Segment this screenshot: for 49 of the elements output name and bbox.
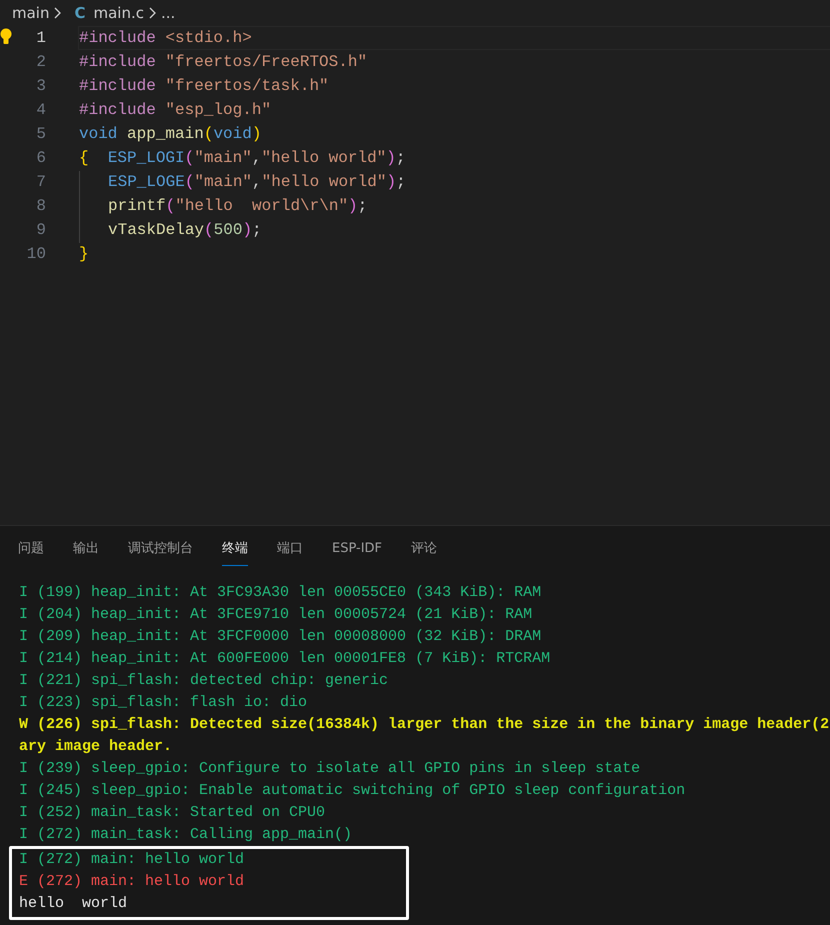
lightbulb-icon[interactable] bbox=[0, 28, 12, 45]
panel-tab[interactable]: 输出 bbox=[73, 536, 99, 566]
breadcrumb-item[interactable]: ... bbox=[161, 2, 176, 24]
code-text: vTaskDelay(500); bbox=[108, 221, 262, 239]
terminal-line: W (226) spi_flash: Detected size(16384k) larger than the size in the binary image header(2 bbox=[19, 714, 830, 734]
terminal-line: I (252) main_task: Started on CPU0 bbox=[19, 802, 326, 822]
line-number: 7 bbox=[36, 172, 46, 193]
code-text: #include "freertos/FreeRTOS.h" bbox=[79, 53, 368, 71]
line-number: 8 bbox=[36, 196, 46, 217]
terminal-line: I (245) sleep_gpio: Enable automatic switching of GPIO sleep configuration bbox=[19, 780, 686, 800]
code-text: void app_main(void) bbox=[79, 125, 262, 143]
terminal-line: I (221) spi_flash: detected chip: generic bbox=[19, 670, 390, 690]
code-text: printf("hello world\r\n"); bbox=[108, 197, 368, 215]
terminal-line: ary image header. bbox=[19, 736, 174, 756]
panel-tab[interactable]: 调试控制台 bbox=[128, 536, 193, 566]
line-number: 10 bbox=[26, 244, 46, 265]
terminal-line: I (272) main: hello world bbox=[19, 850, 246, 870]
terminal-line: I (239) sleep_gpio: Configure to isolate all GPIO pins in sleep state bbox=[19, 758, 642, 778]
line-number: 5 bbox=[36, 124, 46, 145]
line-number: 6 bbox=[36, 148, 46, 169]
panel-tab[interactable]: 端口 bbox=[277, 536, 303, 566]
code-text: { ESP_LOGI("main","hello world"); bbox=[79, 149, 406, 167]
breadcrumb-item[interactable]: main.c bbox=[94, 2, 144, 24]
terminal-line: I (223) spi_flash: flash io: dio bbox=[19, 692, 308, 712]
terminal-line: I (204) heap_init: At 3FCE9710 len 00005724 (21 KiB): RAM bbox=[19, 604, 534, 624]
panel-tab[interactable]: ESP-IDF bbox=[332, 536, 382, 566]
code-text: #include "freertos/task.h" bbox=[79, 77, 329, 95]
terminal-line: I (199) heap_init: At 3FC93A30 len 00055CE0 (343 KiB): RAM bbox=[19, 582, 542, 602]
terminal-line: I (214) heap_init: At 600FE000 len 00001FE8 (7 KiB): RTCRAM bbox=[19, 648, 552, 668]
terminal-line: hello world bbox=[19, 894, 128, 914]
panel-tab[interactable]: 问题 bbox=[18, 536, 44, 566]
breadcrumb-item[interactable]: main bbox=[12, 2, 50, 24]
line-number: 9 bbox=[36, 220, 46, 241]
terminal-line: E (272) main: hello world bbox=[19, 872, 246, 892]
code-text: } bbox=[79, 245, 89, 263]
code-text: #include "esp_log.h" bbox=[79, 101, 272, 119]
line-number: 1 bbox=[36, 28, 46, 49]
terminal-line: I (209) heap_init: At 3FCF0000 len 00008000 (32 KiB): DRAM bbox=[19, 626, 542, 646]
panel-tab[interactable]: 评论 bbox=[411, 536, 438, 566]
line-number: 4 bbox=[36, 100, 46, 121]
code-text: ESP_LOGE("main","hello world"); bbox=[108, 173, 406, 191]
line-number: 3 bbox=[36, 76, 46, 97]
line-number: 2 bbox=[36, 52, 46, 73]
code-text: #include <stdio.h> bbox=[79, 29, 252, 47]
terminal-line: I (272) main_task: Calling app_main() bbox=[19, 824, 354, 844]
chevron-icon bbox=[53, 7, 62, 19]
panel-tab[interactable]: 终端 bbox=[222, 536, 248, 566]
c-file-icon: C bbox=[74, 2, 86, 24]
chevron-icon bbox=[148, 7, 157, 19]
